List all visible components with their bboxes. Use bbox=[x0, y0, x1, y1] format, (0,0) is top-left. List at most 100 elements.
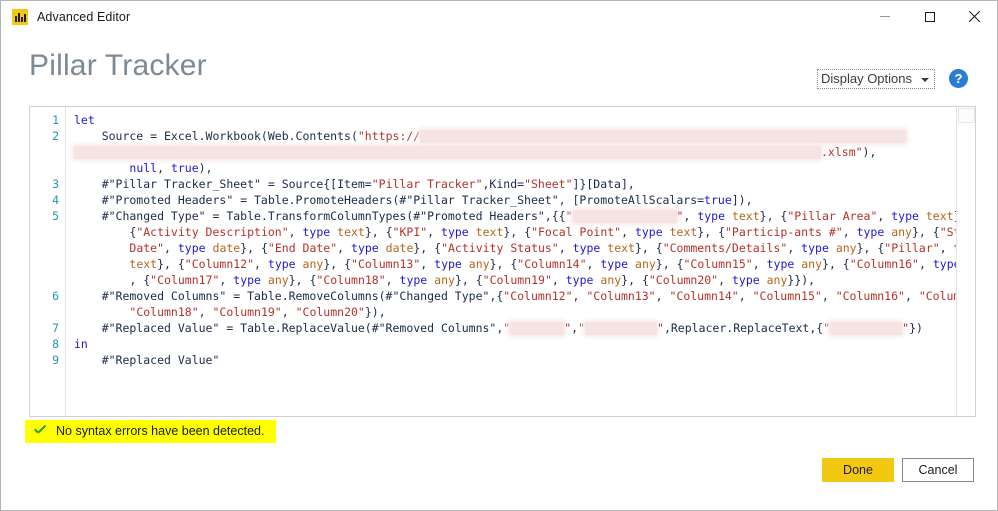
code-token: any bbox=[434, 273, 455, 287]
display-options-dropdown[interactable]: Display Options bbox=[816, 69, 935, 89]
code-content[interactable]: let Source = Excel.Workbook(Web.Contents… bbox=[66, 107, 975, 416]
code-token: , bbox=[842, 225, 857, 239]
code-token: true bbox=[704, 193, 732, 207]
line-number: 5 bbox=[52, 209, 59, 223]
title-bar: Advanced Editor bbox=[1, 1, 997, 32]
code-token: " bbox=[823, 321, 831, 335]
editor-scrollbar[interactable] bbox=[956, 107, 975, 416]
code-token: , { bbox=[74, 273, 151, 287]
code-token: , bbox=[281, 305, 296, 319]
code-token: "Column14" bbox=[669, 289, 739, 303]
code-token: { bbox=[74, 225, 137, 239]
code-token: .xlsm" bbox=[821, 145, 863, 159]
code-token: , bbox=[572, 289, 587, 303]
code-token: }, { bbox=[503, 225, 532, 239]
code-token: , bbox=[198, 305, 213, 319]
code-token: #"Removed Columns" = Table.RemoveColumns… bbox=[74, 289, 504, 303]
code-token: ,Kind= bbox=[482, 177, 525, 191]
window-controls bbox=[862, 1, 997, 32]
code-token: "Column14" bbox=[517, 257, 587, 271]
minimize-button[interactable] bbox=[862, 1, 907, 32]
code-token: "Column13" bbox=[586, 289, 656, 303]
code-token: type bbox=[766, 257, 795, 271]
code-token: "Pillar" bbox=[884, 241, 940, 255]
code-token: }, { bbox=[489, 257, 518, 271]
close-button[interactable] bbox=[952, 1, 997, 32]
help-icon[interactable]: ? bbox=[949, 69, 968, 88]
cancel-button[interactable]: Cancel bbox=[902, 458, 974, 482]
code-token: ]}[Data], bbox=[572, 177, 635, 191]
code-token: text bbox=[337, 225, 365, 239]
code-token: "Column19" bbox=[482, 273, 552, 287]
code-token: "Comments/Details" bbox=[662, 241, 788, 255]
code-token: }, { bbox=[759, 209, 788, 223]
code-token: , bbox=[821, 289, 836, 303]
code-token: }, { bbox=[157, 257, 185, 271]
code-token: #"Pillar Tracker_Sheet" = Source{[Item= bbox=[74, 177, 372, 191]
code-token: #"Changed Type" = Table.TransformColumnT… bbox=[74, 209, 566, 223]
scrollbar-thumb[interactable] bbox=[958, 108, 975, 123]
code-line: #"Promoted Headers" = Table.PromoteHeade… bbox=[74, 192, 975, 208]
code-token: "Column20" bbox=[648, 273, 719, 287]
code-token: }, { bbox=[634, 241, 663, 255]
code-token: }, { bbox=[413, 241, 442, 255]
code-token: any bbox=[766, 273, 788, 287]
code-token: type bbox=[600, 257, 629, 271]
done-button[interactable]: Done bbox=[822, 458, 894, 482]
status-badge: No syntax errors have been detected. bbox=[25, 420, 277, 443]
code-token: text bbox=[475, 225, 504, 239]
code-token: ]), bbox=[731, 193, 753, 207]
code-token: Source = Excel.Workbook(Web.Contents( bbox=[74, 129, 358, 143]
redacted-text bbox=[510, 322, 565, 335]
code-token: , bbox=[939, 241, 954, 255]
page-title: Pillar Tracker bbox=[29, 49, 207, 82]
line-number: 9 bbox=[52, 353, 59, 367]
code-token: type bbox=[565, 273, 594, 287]
advanced-editor-window: Advanced Editor Pillar Tracker Display O… bbox=[0, 0, 998, 511]
code-editor[interactable]: 1 2 3 4 5 6 7 8 9 let Source = Excel.Workbook… bbox=[29, 106, 976, 417]
close-icon bbox=[968, 10, 981, 23]
code-token: any bbox=[302, 257, 324, 271]
code-token: type bbox=[434, 257, 462, 271]
code-token: any bbox=[468, 257, 490, 271]
code-token: type bbox=[267, 257, 296, 271]
redacted-text bbox=[585, 322, 658, 335]
redacted-text bbox=[420, 130, 907, 143]
check-icon bbox=[33, 424, 47, 438]
maximize-button[interactable] bbox=[907, 1, 952, 32]
code-token: type bbox=[233, 273, 261, 287]
code-token: in bbox=[74, 337, 88, 351]
code-token: ), bbox=[198, 161, 213, 175]
code-token: , bbox=[164, 241, 178, 255]
code-token: type bbox=[399, 273, 428, 287]
code-line: #"Replaced Value" = Table.ReplaceValue(#… bbox=[74, 320, 975, 336]
code-token: text bbox=[129, 257, 158, 271]
code-token: "Column15" bbox=[752, 289, 822, 303]
code-line: #"Pillar Tracker_Sheet" = Source{[Item="… bbox=[74, 176, 975, 192]
code-token: #"Promoted Headers" = Table.PromoteHeade… bbox=[74, 193, 705, 207]
maximize-icon bbox=[924, 11, 935, 22]
code-line: Date", type date}, {"End Date", type dat… bbox=[74, 240, 975, 256]
code-token: #"Replaced Value" bbox=[74, 353, 220, 367]
code-line: in bbox=[74, 336, 975, 352]
code-line: .xlsm"), bbox=[74, 144, 975, 160]
code-line: #"Replaced Value" bbox=[74, 352, 975, 368]
code-token: Date" bbox=[129, 241, 165, 255]
line-number: 6 bbox=[52, 289, 59, 303]
code-token: #"Replaced Value" = Table.ReplaceValue(#… bbox=[74, 321, 504, 335]
code-token: any bbox=[891, 225, 912, 239]
code-token: "Activity Status" bbox=[441, 241, 559, 255]
code-token: }, { bbox=[822, 257, 850, 271]
code-token: any bbox=[600, 273, 622, 287]
code-token: }, { bbox=[697, 225, 725, 239]
line-number-gutter: 1 2 3 4 5 6 7 8 9 bbox=[30, 107, 66, 416]
line-number-blank bbox=[30, 256, 65, 272]
code-token: }), bbox=[364, 305, 386, 319]
code-token: }, { bbox=[911, 225, 940, 239]
